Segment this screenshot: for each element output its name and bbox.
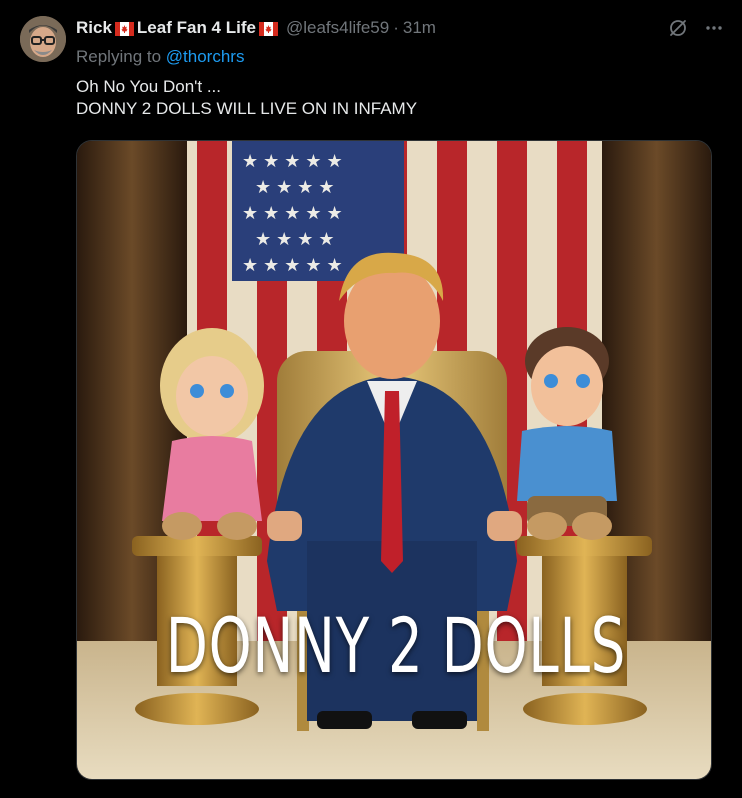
more-icon[interactable] (704, 18, 724, 43)
canada-flag-icon (258, 21, 278, 36)
replying-to: Replying to @thorchrs (76, 47, 244, 67)
replying-prefix: Replying to (76, 47, 162, 66)
display-name[interactable]: Rick (76, 18, 112, 38)
svg-text:★ ★ ★ ★ ★: ★ ★ ★ ★ ★ (242, 203, 343, 223)
tweet-header: Rick Leaf Fan 4 Life @leafs4life59 · 31m (76, 17, 436, 39)
canada-flag-icon (114, 21, 134, 36)
timestamp[interactable]: 31m (403, 18, 436, 38)
tweet-text: Oh No You Don't ... DONNY 2 DOLLS WILL L… (76, 76, 417, 120)
image-caption-text: DONNY 2 DOLLS (165, 601, 627, 690)
user-handle[interactable]: @leafs4life59 (286, 18, 389, 38)
tweet-actions (668, 18, 724, 43)
tweet-media[interactable]: ★ ★ ★ ★ ★ ★ ★ ★ ★ ★ ★ ★ ★ ★ ★ ★ ★ ★ ★ ★ … (76, 140, 712, 780)
svg-text:★ ★ ★ ★: ★ ★ ★ ★ (255, 177, 335, 197)
avatar[interactable] (20, 16, 66, 62)
svg-text:★ ★ ★ ★ ★: ★ ★ ★ ★ ★ (242, 255, 343, 275)
grok-icon[interactable] (668, 18, 688, 43)
avatar-image (20, 16, 66, 62)
tweet-text-line-2: DONNY 2 DOLLS WILL LIVE ON IN INFAMY (76, 99, 418, 118)
tweet-text-line-1: Oh No You Don't ... (76, 77, 222, 96)
svg-text:★ ★ ★ ★ ★: ★ ★ ★ ★ ★ (242, 151, 343, 171)
separator-dot: · (393, 18, 399, 37)
svg-text:★ ★ ★ ★: ★ ★ ★ ★ (255, 229, 335, 249)
replying-to-link[interactable]: @thorchrs (166, 47, 245, 66)
display-name-suffix[interactable]: Leaf Fan 4 Life (137, 18, 256, 38)
